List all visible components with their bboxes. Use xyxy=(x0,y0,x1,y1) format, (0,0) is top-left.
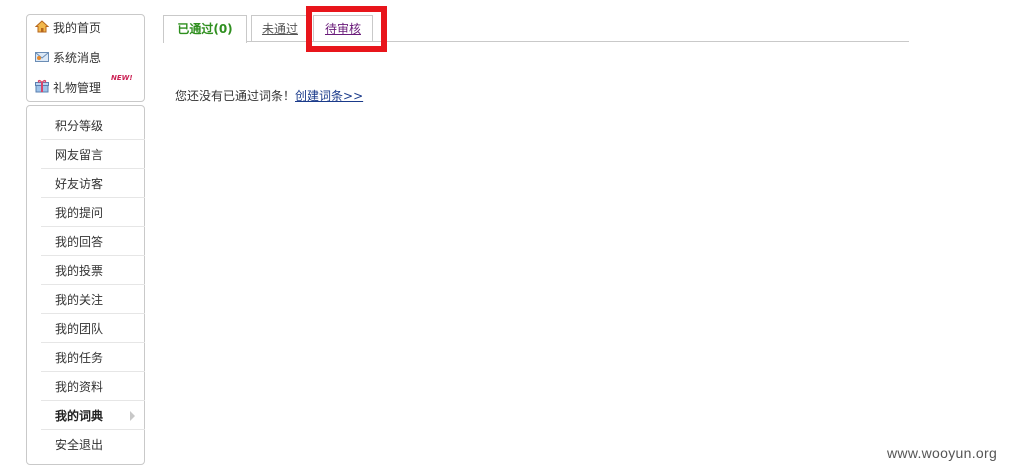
sidebar-item-label: 积分等级 xyxy=(55,119,104,133)
empty-notice-text: 您还没有已通过词条！ xyxy=(175,89,296,103)
message-icon xyxy=(35,49,49,69)
tab-rejected[interactable]: 未通过 xyxy=(251,15,309,41)
tab-label: 未通过 xyxy=(261,22,298,36)
sidebar-item-visitors[interactable]: 好友访客 xyxy=(41,170,145,198)
empty-notice: 您还没有已通过词条！创建词条>> xyxy=(175,87,363,105)
sidebar-item-my-follows[interactable]: 我的关注 xyxy=(41,286,145,314)
sidebar-item-label: 我的关注 xyxy=(55,293,104,307)
sidebar-item-label: 我的任务 xyxy=(55,351,104,365)
watermark: www.wooyun.org xyxy=(887,445,998,461)
sidebar-item-label: 我的团队 xyxy=(55,322,104,336)
highlight-annotation-box xyxy=(306,6,387,52)
sidebar-item-label: 我的词典 xyxy=(55,409,104,423)
sidebar-item-label: 系统消息 xyxy=(53,51,102,65)
sidebar-item-label: 好友访客 xyxy=(55,177,104,191)
sidebar-menu: 积分等级 网友留言 好友访客 我的提问 我的回答 我的投票 我的关注 我的团队 … xyxy=(26,105,145,465)
sidebar-item-my-questions[interactable]: 我的提问 xyxy=(41,199,145,227)
sidebar-item-label: 我的回答 xyxy=(55,235,104,249)
tab-approved[interactable]: 已通过(0) xyxy=(163,15,247,43)
sidebar-item-gifts[interactable]: 礼物管理 NEW! xyxy=(35,74,133,99)
sidebar-item-my-profile[interactable]: 我的资料 xyxy=(41,373,145,401)
sidebar-item-my-tasks[interactable]: 我的任务 xyxy=(41,344,145,372)
sidebar-item-label: 礼物管理 xyxy=(53,81,102,95)
tab-label: 已通过(0) xyxy=(177,22,233,36)
sidebar-item-label: 我的提问 xyxy=(55,206,104,220)
new-badge: NEW! xyxy=(111,74,133,82)
create-entry-link[interactable]: 创建词条>> xyxy=(295,89,363,103)
home-icon xyxy=(34,19,50,39)
chevron-right-icon xyxy=(130,411,135,421)
gift-icon xyxy=(35,79,49,99)
sidebar-item-my-answers[interactable]: 我的回答 xyxy=(41,228,145,256)
sidebar-item-guestbook[interactable]: 网友留言 xyxy=(41,141,145,169)
sidebar-item-label: 我的投票 xyxy=(55,264,104,278)
sidebar-item-my-votes[interactable]: 我的投票 xyxy=(41,257,145,285)
sidebar-item-my-dictionary[interactable]: 我的词典 xyxy=(41,402,145,430)
sidebar-item-my-team[interactable]: 我的团队 xyxy=(41,315,145,343)
sidebar-item-logout[interactable]: 安全退出 xyxy=(41,431,145,459)
sidebar-item-home[interactable]: 我的首页 xyxy=(34,18,102,39)
sidebar-item-points-level[interactable]: 积分等级 xyxy=(41,112,145,140)
sidebar-item-label: 我的首页 xyxy=(53,21,102,35)
sidebar-item-label: 我的资料 xyxy=(55,380,104,394)
sidebar-item-label: 安全退出 xyxy=(55,438,104,452)
sidebar-item-label: 网友留言 xyxy=(55,148,104,162)
sidebar-item-messages[interactable]: 系统消息 xyxy=(35,48,101,68)
sidebar-quick-links: 我的首页 系统消息 礼物管理 NEW! xyxy=(26,14,145,102)
